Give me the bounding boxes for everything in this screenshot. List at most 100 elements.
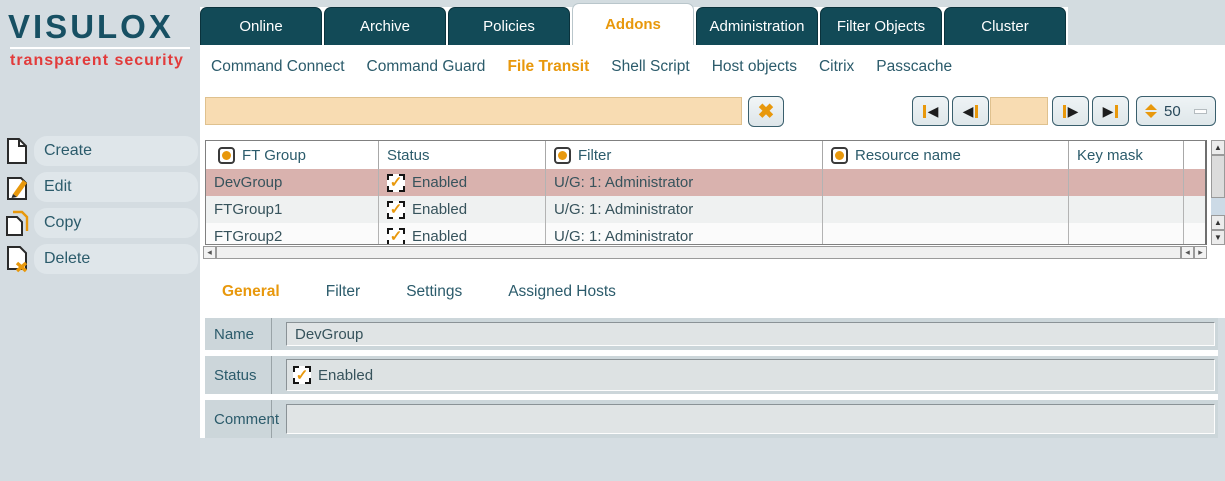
sidebar-item-delete[interactable]: Delete (0, 244, 200, 274)
column-header-resource-name[interactable]: Resource name (823, 141, 1069, 169)
last-page-button[interactable]: ▶ (1092, 96, 1129, 126)
table-row-ftgroup1[interactable]: FTGroup1 ✓ Enabled U/G: 1: Administrator (206, 196, 1205, 223)
brand-name: VISULOX (8, 8, 192, 46)
prev-page-button[interactable]: ◀ (952, 96, 989, 126)
cell-resource-name (823, 169, 1069, 196)
arrow-down-icon: ▼ (1214, 233, 1222, 242)
cell-filler (1184, 169, 1205, 196)
edit-button[interactable]: Edit (34, 172, 198, 202)
column-header-ft-group[interactable]: FT Group (206, 141, 379, 169)
page-size-value: 50 (1164, 103, 1181, 120)
scroll-down-button[interactable]: ▼ (1211, 230, 1225, 245)
sidebar-item-create[interactable]: Create (0, 136, 200, 166)
tab-policies[interactable]: Policies (448, 7, 570, 45)
scroll-up-button[interactable]: ▲ (1211, 140, 1225, 155)
horizontal-scrollbar[interactable]: ◂ ◂ ▸ (203, 246, 1207, 259)
column-header-key-mask[interactable]: Key mask (1069, 141, 1184, 169)
table-row-ftgroup2[interactable]: FTGroup2 ✓ Enabled U/G: 1: Administrator (206, 223, 1205, 245)
subnav-command-connect[interactable]: Command Connect (200, 58, 356, 76)
tab-archive[interactable]: Archive (324, 7, 446, 45)
copy-document-icon (0, 209, 34, 237)
cell-resource-name (823, 196, 1069, 223)
bar-icon (923, 105, 926, 118)
status-text: Enabled (412, 201, 467, 218)
scroll-up-button-secondary[interactable]: ▲ (1211, 215, 1225, 230)
tab-filter-objects[interactable]: Filter Objects (820, 7, 942, 45)
tab-administration[interactable]: Administration (696, 7, 818, 45)
column-label: Resource name (855, 147, 961, 164)
new-document-icon (0, 137, 34, 165)
name-input[interactable] (286, 322, 1215, 346)
first-page-button[interactable]: ◀ (912, 96, 949, 126)
table-row-devgroup[interactable]: DevGroup ✓ Enabled U/G: 1: Administrator (206, 169, 1205, 196)
delete-button[interactable]: Delete (34, 244, 198, 274)
form-row-name: Name (205, 318, 1218, 350)
horizontal-scrollbar-thumb[interactable] (216, 246, 1181, 259)
page-size-select[interactable]: 50 (1136, 96, 1216, 126)
detail-tab-bar: General Filter Settings Assigned Hosts (222, 283, 616, 301)
subnav-citrix[interactable]: Citrix (808, 58, 865, 76)
tab-settings[interactable]: Settings (406, 283, 462, 301)
tab-general[interactable]: General (222, 283, 280, 301)
triangle-right-icon: ▶ (1103, 104, 1114, 118)
ft-group-table: FT Group Status Filter Resource name Key… (205, 140, 1207, 245)
checkbox-checked-icon: ✓ (387, 228, 405, 246)
logo-divider (10, 47, 190, 49)
subnav-passcache[interactable]: Passcache (865, 58, 963, 76)
clear-icon: ✖ (758, 102, 775, 122)
subnav-host-objects[interactable]: Host objects (701, 58, 808, 76)
detail-right-filler (1218, 318, 1225, 438)
edit-document-icon (0, 173, 34, 201)
next-page-button[interactable]: ▶ (1052, 96, 1089, 126)
cell-filter: U/G: 1: Administrator (546, 169, 823, 196)
scroll-left-button[interactable]: ◂ (203, 246, 216, 259)
cell-filler (1184, 223, 1205, 245)
search-input[interactable] (205, 97, 742, 125)
column-header-status[interactable]: Status (379, 141, 546, 169)
sort-select-icon[interactable] (831, 147, 848, 164)
subnav-shell-script[interactable]: Shell Script (600, 58, 700, 76)
vertical-scrollbar[interactable]: ▲ ▲ ▼ (1211, 140, 1225, 245)
page-number-input[interactable] (990, 97, 1048, 125)
column-header-filter[interactable]: Filter (546, 141, 823, 169)
bar-icon (975, 105, 978, 118)
sort-select-icon[interactable] (218, 147, 235, 164)
sort-select-icon[interactable] (554, 147, 571, 164)
comment-input[interactable] (286, 404, 1215, 434)
triangle-right-icon: ▶ (1068, 104, 1079, 118)
sidebar-item-edit[interactable]: Edit (0, 172, 200, 202)
arrow-up-icon: ▲ (1214, 218, 1222, 227)
vertical-scrollbar-thumb[interactable] (1211, 155, 1225, 198)
vertical-scrollbar-track[interactable] (1211, 198, 1225, 215)
subnav-file-transit[interactable]: File Transit (496, 58, 600, 76)
tab-addons[interactable]: Addons (572, 3, 694, 45)
cell-filter: U/G: 1: Administrator (546, 223, 823, 245)
status-field: ✓ Enabled (286, 359, 1215, 391)
cell-key-mask (1069, 196, 1184, 223)
tab-online[interactable]: Online (200, 7, 322, 45)
triangle-left-icon: ◀ (963, 104, 974, 118)
sidebar-item-copy[interactable]: Copy (0, 208, 200, 238)
cell-filter: U/G: 1: Administrator (546, 196, 823, 223)
bar-icon (1063, 105, 1066, 118)
subnav-command-guard[interactable]: Command Guard (356, 58, 497, 76)
tab-filter[interactable]: Filter (326, 283, 360, 301)
clear-search-button[interactable]: ✖ (748, 96, 784, 127)
tab-assigned-hosts[interactable]: Assigned Hosts (508, 283, 616, 301)
tabbar-filler (1068, 0, 1225, 45)
comment-label: Comment (205, 400, 272, 438)
triangle-left-icon: ◀ (928, 104, 939, 118)
main-content: Online Archive Policies Addons Administr… (200, 0, 1225, 481)
status-text: Enabled (412, 174, 467, 191)
scroll-right-button[interactable]: ▸ (1194, 246, 1207, 259)
status-checkbox-checked-icon[interactable]: ✓ (293, 366, 311, 384)
resize-grip[interactable] (1194, 109, 1207, 114)
tab-cluster[interactable]: Cluster (944, 7, 1066, 45)
cell-status: ✓ Enabled (379, 169, 546, 196)
cell-status: ✓ Enabled (379, 196, 546, 223)
scroll-left-button-secondary[interactable]: ◂ (1181, 246, 1194, 259)
subnav: Command Connect Command Guard File Trans… (200, 52, 1225, 82)
copy-button[interactable]: Copy (34, 208, 198, 238)
sidebar: VISULOX transparent security Create Edit (0, 0, 200, 481)
create-button[interactable]: Create (34, 136, 198, 166)
